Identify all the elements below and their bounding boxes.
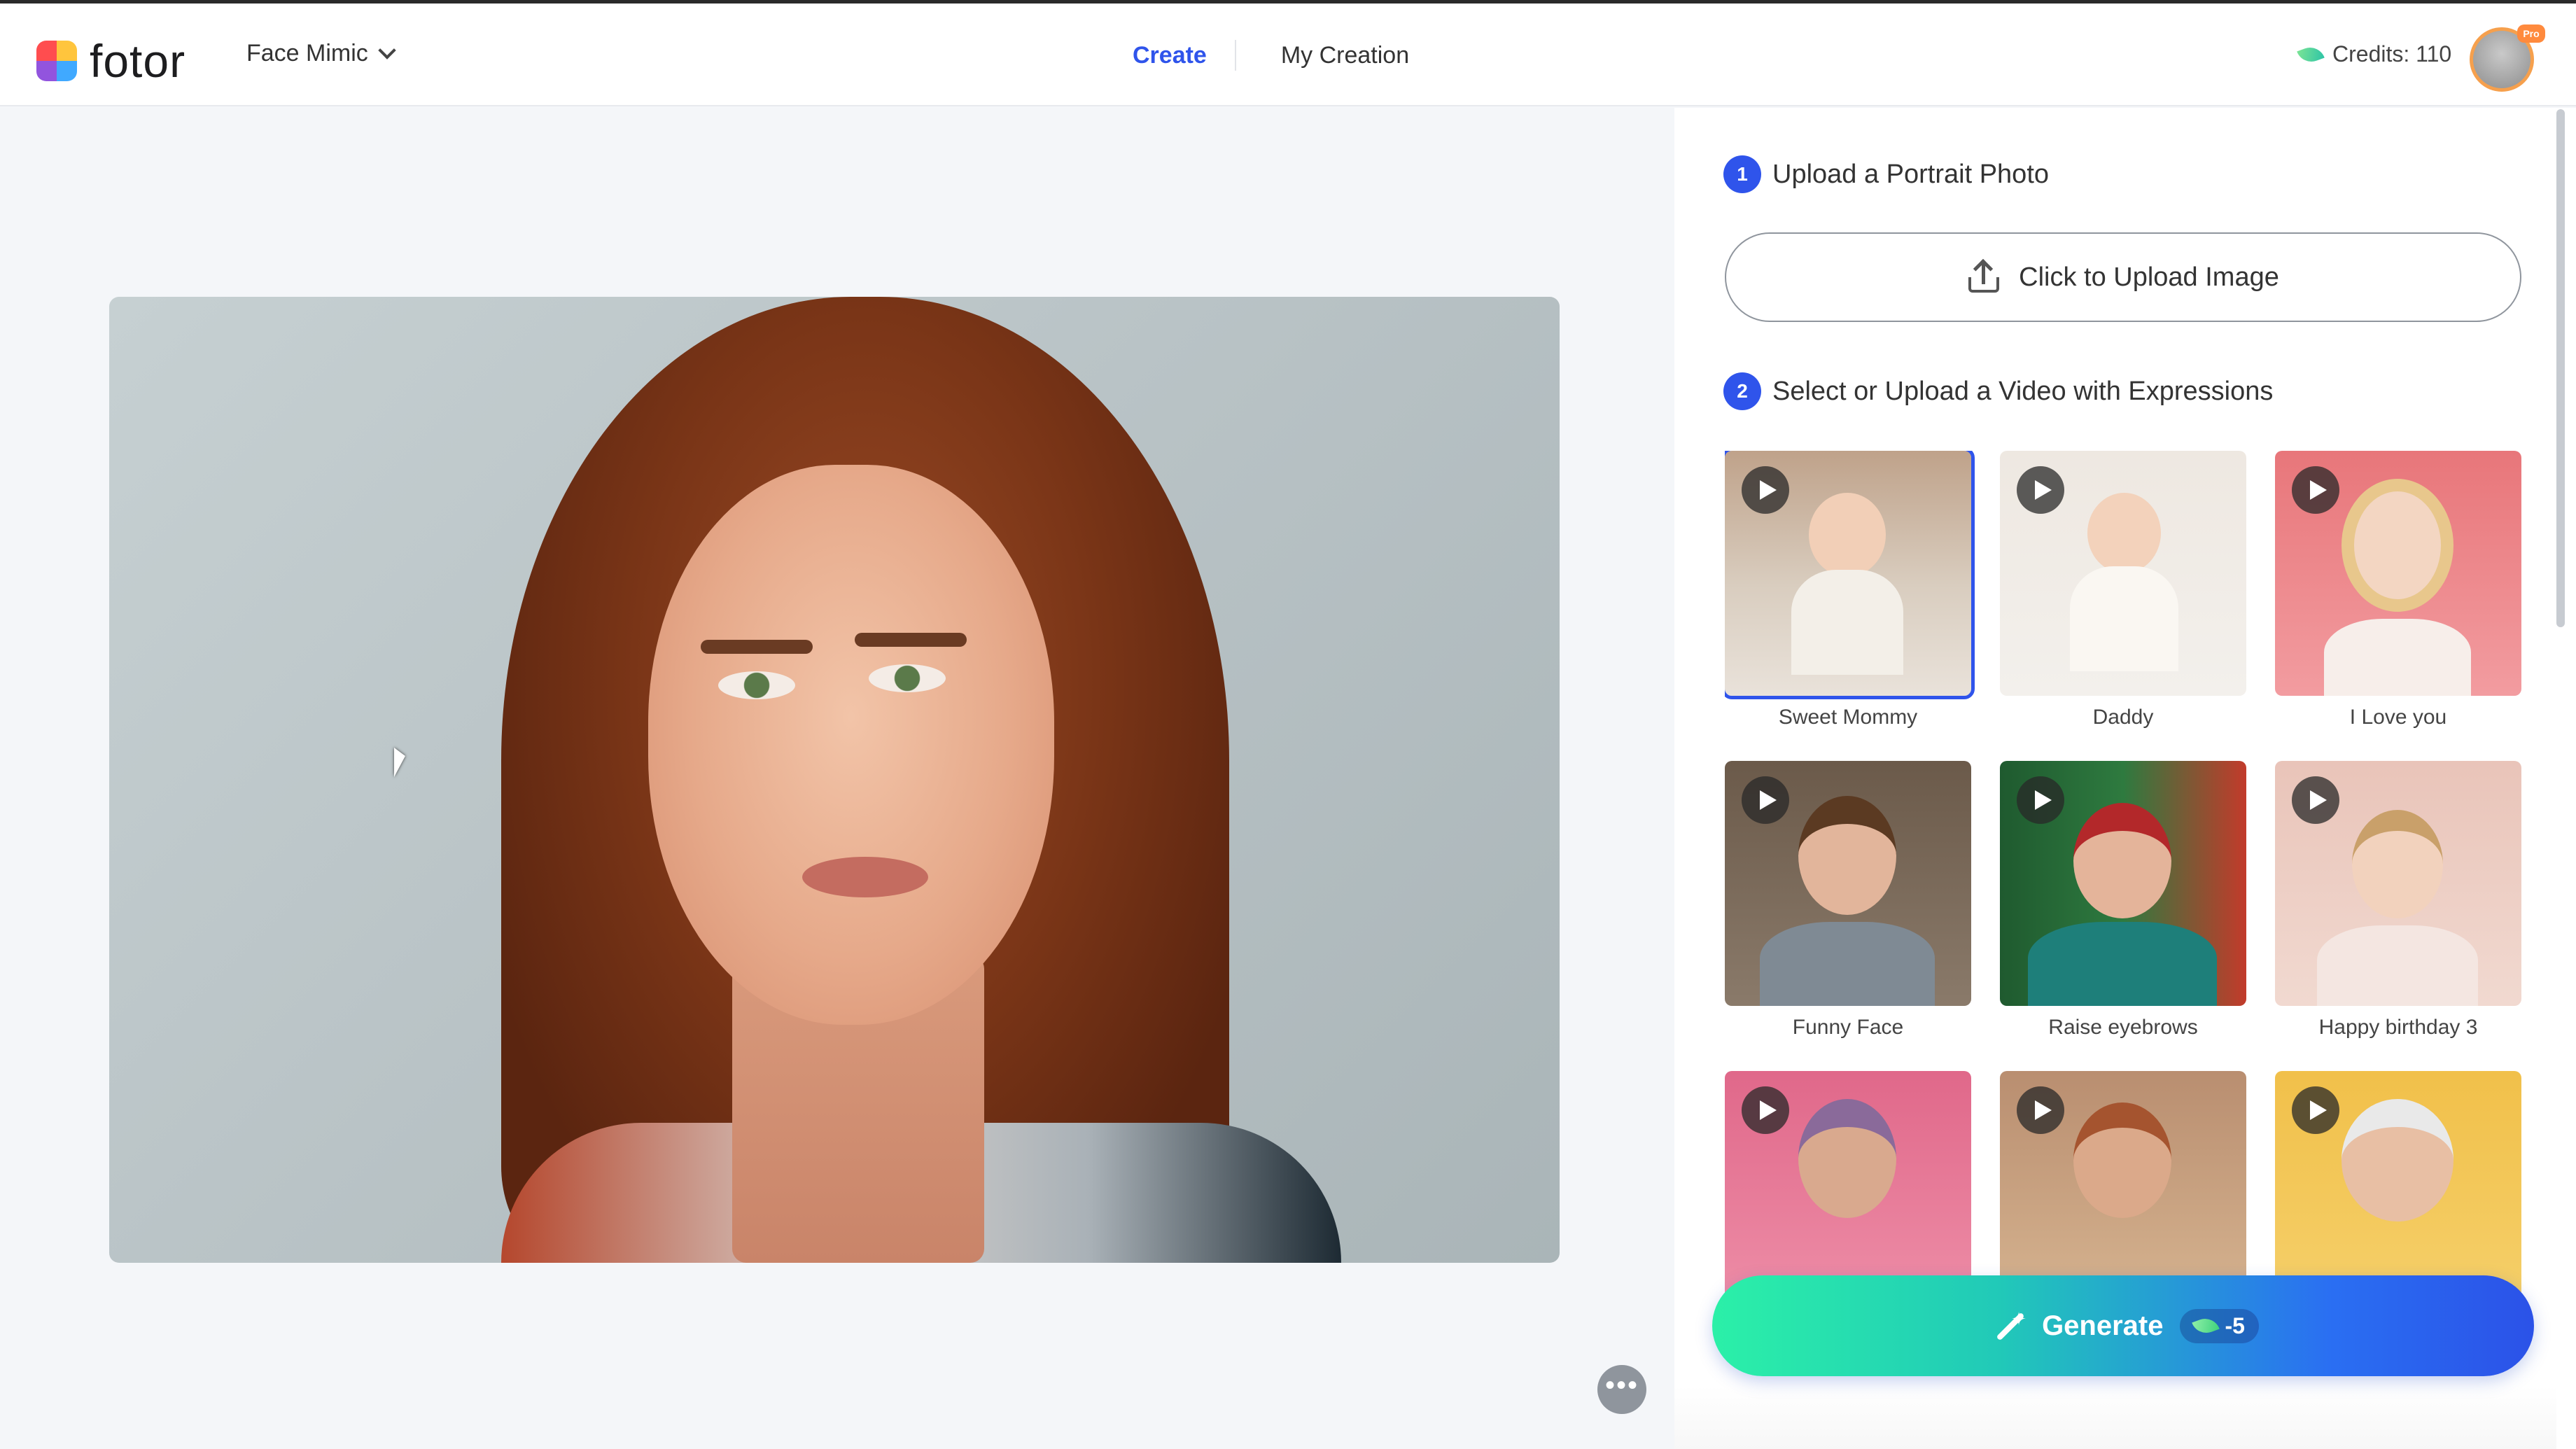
fotor-logo[interactable]: fotor xyxy=(36,34,186,88)
video-tile-daddy[interactable]: Daddy xyxy=(2000,451,2246,729)
video-thumbnail xyxy=(2275,761,2521,1006)
mouse-cursor-icon xyxy=(394,748,405,777)
chevron-down-icon xyxy=(378,41,396,59)
video-thumbnail xyxy=(1725,451,1975,699)
nav-my-creation[interactable]: My Creation xyxy=(1236,42,1409,69)
top-bar: fotor Face Mimic Create My Creation Cred… xyxy=(0,0,2576,106)
credits-text: Credits: 110 xyxy=(2332,41,2452,66)
play-icon xyxy=(2017,776,2064,824)
video-label: Daddy xyxy=(2092,706,2154,729)
portrait-eye-right xyxy=(869,664,946,692)
panel-bottom-fade xyxy=(1674,1386,2556,1449)
leaf-icon xyxy=(2192,1314,2220,1338)
magic-wand-icon: ✦ xyxy=(1987,1307,2026,1345)
video-label: Sweet Mommy xyxy=(1778,706,1918,729)
step-2-badge: 2 xyxy=(1723,372,1761,410)
video-tile-happy-birthday-3[interactable]: Happy birthday 3 xyxy=(2275,761,2521,1040)
portrait-photo xyxy=(109,297,1560,1263)
expression-video-grid: Sweet Mommy Daddy I Love you Funny Face … xyxy=(1725,451,2523,1319)
play-icon xyxy=(2017,466,2064,514)
credits-display[interactable]: Credits: 110 xyxy=(2297,41,2452,67)
play-icon xyxy=(1742,466,1789,514)
step-1-heading: 1 Upload a Portrait Photo xyxy=(1723,155,2049,193)
settings-panel: 1 Upload a Portrait Photo Click to Uploa… xyxy=(1674,108,2576,1449)
portrait-brow-right xyxy=(855,633,967,647)
credit-cost: -5 xyxy=(2225,1312,2245,1338)
video-label: Funny Face xyxy=(1792,1016,1904,1039)
preview-canvas xyxy=(0,108,1674,1449)
video-thumbnail xyxy=(1725,761,1971,1006)
more-options-icon[interactable]: ••• xyxy=(1597,1365,1646,1414)
logo-text: fotor xyxy=(90,35,186,87)
page: fotor Face Mimic Create My Creation Cred… xyxy=(0,0,2576,1449)
video-thumbnail xyxy=(2000,761,2246,1006)
portrait-eye-left xyxy=(718,671,795,699)
video-tile-i-love-you[interactable]: I Love you xyxy=(2275,451,2521,729)
step-2-title: Select or Upload a Video with Expression… xyxy=(1772,376,2274,406)
play-icon xyxy=(2292,1086,2339,1134)
video-thumbnail xyxy=(2000,451,2246,696)
play-icon xyxy=(2292,466,2339,514)
logo-icon xyxy=(36,41,77,81)
credit-cost-badge: -5 xyxy=(2180,1308,2259,1343)
leaf-icon xyxy=(2297,43,2325,66)
step-2-heading: 2 Select or Upload a Video with Expressi… xyxy=(1723,372,2273,410)
video-label: I Love you xyxy=(2349,706,2447,729)
upload-icon xyxy=(1967,258,2001,294)
video-tile-funny-face[interactable]: Funny Face xyxy=(1725,761,1971,1040)
play-icon xyxy=(1742,776,1789,824)
video-label: Happy birthday 3 xyxy=(2318,1016,2478,1039)
panel-scrollbar[interactable] xyxy=(2556,109,2565,627)
upload-button-label: Click to Upload Image xyxy=(2019,262,2279,292)
pro-badge: Pro xyxy=(2517,24,2545,43)
portrait-brow-left xyxy=(701,640,813,654)
tool-selector-label: Face Mimic xyxy=(246,40,368,66)
play-icon xyxy=(2292,776,2339,824)
upload-image-button[interactable]: Click to Upload Image xyxy=(1725,232,2521,322)
step-1-title: Upload a Portrait Photo xyxy=(1772,159,2050,189)
play-icon xyxy=(2017,1086,2064,1134)
main-nav: Create My Creation xyxy=(1106,40,1409,71)
video-thumbnail xyxy=(2275,451,2521,696)
video-tile-raise-eyebrows[interactable]: Raise eyebrows xyxy=(2000,761,2246,1040)
video-label: Raise eyebrows xyxy=(2048,1016,2198,1039)
portrait-face xyxy=(648,465,1054,1025)
nav-create[interactable]: Create xyxy=(1106,42,1235,69)
tool-selector[interactable]: Face Mimic xyxy=(246,40,396,67)
portrait-lips xyxy=(802,857,928,897)
generate-label: Generate xyxy=(2042,1310,2164,1341)
play-icon xyxy=(1742,1086,1789,1134)
video-tile-sweet-mommy[interactable]: Sweet Mommy xyxy=(1725,451,1975,729)
step-1-badge: 1 xyxy=(1723,155,1761,193)
generate-button[interactable]: ✦ Generate -5 xyxy=(1712,1275,2534,1376)
